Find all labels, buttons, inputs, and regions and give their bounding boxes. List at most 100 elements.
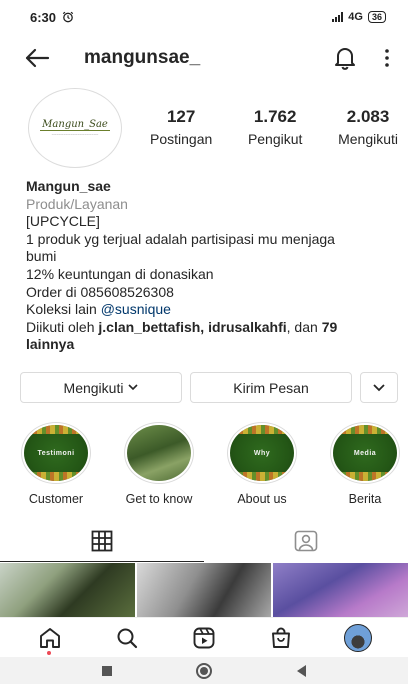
followed-by-line[interactable]: Diikuti oleh j.clan_bettafish, idrusalka… xyxy=(26,319,396,354)
highlight-ring: Media xyxy=(330,422,400,484)
status-bar: 6:30 4G 36 xyxy=(0,0,408,34)
highlight-ring: Why xyxy=(227,422,297,484)
status-right: 4G 36 xyxy=(332,11,386,23)
back-button[interactable] xyxy=(24,48,50,68)
profile-bio: Mangun_sae Produk/Layanan [UPCYCLE] 1 pr… xyxy=(26,178,396,354)
notifications-button[interactable] xyxy=(334,46,356,70)
highlight-cover-text: Testimoni xyxy=(37,449,75,457)
highlight-ring: Testimoni xyxy=(21,422,91,484)
highlight-cover: Testimoni xyxy=(24,425,88,481)
followed-by-count: 79 xyxy=(321,318,338,335)
highlight-cover-text: Why xyxy=(253,449,271,457)
story-highlights: Testimoni Customer Get to know Why About… xyxy=(16,422,408,506)
stat-posts-label: Postingan xyxy=(150,131,213,147)
bio-name: Mangun_sae xyxy=(26,178,111,194)
followed-by-middle: , dan xyxy=(286,318,322,335)
home-icon xyxy=(40,627,61,648)
bio-line: 12% keuntungan di donasikan xyxy=(26,265,214,282)
message-button[interactable]: Kirim Pesan xyxy=(190,372,352,403)
bio-category: Produk/Layanan xyxy=(26,195,128,212)
highlight-get-to-know[interactable]: Get to know xyxy=(119,422,199,506)
battery-icon: 36 xyxy=(367,11,386,23)
shop-icon xyxy=(271,627,290,648)
highlight-ring xyxy=(124,422,194,484)
bio-line: bumi xyxy=(26,248,57,265)
highlight-about-us[interactable]: Why About us xyxy=(222,422,302,506)
profile-tabs xyxy=(0,520,408,562)
search-icon xyxy=(117,628,138,648)
more-options-button[interactable] xyxy=(384,48,390,68)
chevron-down-icon xyxy=(128,384,139,391)
back-arrow-icon xyxy=(25,48,50,68)
highlight-label: Berita xyxy=(348,492,382,506)
notification-dot xyxy=(47,650,52,655)
status-time: 6:30 xyxy=(30,9,57,25)
bio-line: 1 produk yg terjual adalah partisipasi m… xyxy=(26,230,335,247)
bio-collection-link[interactable]: @susnique xyxy=(101,301,171,317)
post-thumbnail[interactable] xyxy=(136,563,272,617)
following-button[interactable]: Mengikuti xyxy=(20,372,182,403)
stat-followers-label: Pengikut xyxy=(247,131,303,147)
message-button-label: Kirim Pesan xyxy=(233,379,309,396)
bio-collection-line: Koleksi lain @susnique xyxy=(26,301,396,319)
suggested-accounts-button[interactable] xyxy=(360,372,398,403)
bio-collection-prefix: Koleksi lain xyxy=(26,301,101,318)
post-thumbnail[interactable] xyxy=(273,563,408,617)
back-triangle-icon[interactable] xyxy=(296,664,306,677)
profile-stats: 127 Postingan 1.762 Pengikut 2.083 Mengi… xyxy=(150,107,398,149)
stat-posts[interactable]: 127 Postingan xyxy=(150,107,212,149)
profile-avatar[interactable]: Mangun_Sae ~~~~~~~~~~~~~~~~~~~~ xyxy=(28,88,122,168)
stat-following[interactable]: 2.083 Mengikuti xyxy=(338,107,398,149)
alarm-icon xyxy=(62,11,74,23)
stat-following-value: 2.083 xyxy=(346,107,390,126)
tab-tagged[interactable] xyxy=(204,520,408,562)
chevron-down-icon xyxy=(373,383,385,391)
highlight-cover-text: Media xyxy=(353,449,377,457)
recent-apps-icon[interactable] xyxy=(102,665,113,676)
nav-shop[interactable] xyxy=(261,620,301,656)
highlight-cover-photo xyxy=(127,425,191,481)
highlight-label: Customer xyxy=(28,492,84,506)
nav-home[interactable] xyxy=(30,620,70,656)
stat-followers[interactable]: 1.762 Pengikut xyxy=(248,107,302,149)
highlight-label: Get to know xyxy=(125,492,193,506)
avatar-logo: Mangun_Sae xyxy=(40,119,110,131)
reels-icon xyxy=(193,627,215,648)
following-button-label: Mengikuti xyxy=(63,379,124,396)
signal-icon xyxy=(332,12,344,22)
top-bar: mangunsae_ xyxy=(0,38,408,78)
profile-avatar-icon xyxy=(343,623,372,652)
bio-line: Order di 085608526308 xyxy=(26,283,174,300)
stat-following-label: Mengikuti xyxy=(338,131,398,147)
nav-search[interactable] xyxy=(107,620,147,656)
nav-profile[interactable] xyxy=(338,620,378,656)
stat-followers-value: 1.762 xyxy=(253,107,297,126)
profile-header: Mangun_Sae ~~~~~~~~~~~~~~~~~~~~ 127 Post… xyxy=(28,88,398,168)
bell-icon xyxy=(335,48,355,70)
bottom-navigation xyxy=(0,617,408,657)
bio-line: [UPCYCLE] xyxy=(26,213,100,230)
system-navigation-bar xyxy=(0,657,408,684)
post-thumbnail[interactable] xyxy=(0,563,135,617)
stat-posts-value: 127 xyxy=(166,107,196,126)
status-left: 6:30 xyxy=(30,10,74,25)
avatar-tagline-graphic: ~~~~~~~~~~~~~~~~~~~~ xyxy=(51,132,99,137)
home-circle-icon[interactable] xyxy=(196,662,213,679)
followed-by-names: j.clan_bettafish, idrusalkahfi xyxy=(98,318,287,335)
profile-actions: Mengikuti Kirim Pesan xyxy=(20,372,398,403)
highlight-label: About us xyxy=(237,492,287,506)
battery-level: 36 xyxy=(371,12,382,22)
profile-username: mangunsae_ xyxy=(84,47,201,68)
highlight-berita[interactable]: Media Berita xyxy=(325,422,405,506)
tagged-person-icon xyxy=(294,530,318,552)
tab-posts-grid[interactable] xyxy=(0,520,204,562)
followed-by-prefix: Diikuti oleh xyxy=(26,318,99,335)
network-type: 4G xyxy=(348,11,363,23)
nav-reels[interactable] xyxy=(184,620,224,656)
grid-icon xyxy=(91,530,113,551)
highlight-cover: Media xyxy=(333,425,397,481)
more-vertical-icon xyxy=(385,49,389,67)
highlight-customer[interactable]: Testimoni Customer xyxy=(16,422,96,506)
followed-by-suffix: lainnya xyxy=(26,336,75,353)
highlight-cover: Why xyxy=(230,425,294,481)
